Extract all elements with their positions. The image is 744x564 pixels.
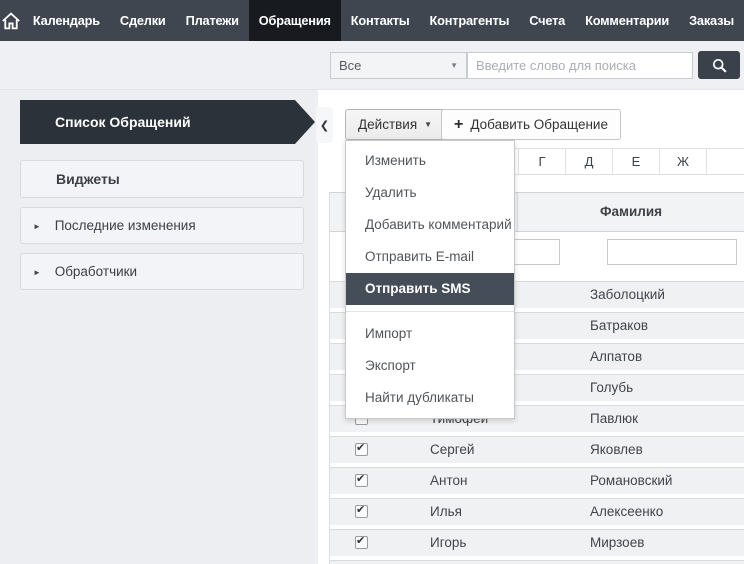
nav-item-comments[interactable]: Комментарии [575,0,679,41]
search-category-select[interactable]: Все ▼ [330,52,467,79]
sidebar-item-widgets[interactable]: Виджеты [20,160,304,198]
table-row: ✔ Сергей Яковлев [330,436,744,463]
menu-item-send-sms[interactable]: Отправить SMS [346,273,514,305]
home-icon [1,12,21,30]
cell-firstname: Антон [430,468,467,494]
chevron-down-icon: ▼ [424,120,432,129]
check-icon: ✔ [356,534,365,547]
nav-item-counterparties[interactable]: Контрагенты [420,0,520,41]
cell-firstname: Сергей [430,437,474,463]
search-icon [711,57,728,74]
cell-lastname: Алпатов [590,344,642,370]
sidebar-collapse-button[interactable]: ❮ [316,107,333,143]
check-icon: ✔ [356,441,365,454]
menu-divider [346,311,514,312]
search-button[interactable] [698,51,740,79]
sidebar-item-request-list[interactable]: Список Обращений [20,100,315,144]
menu-item-export[interactable]: Экспорт [346,350,514,382]
cell-lastname: Романовский [590,468,672,494]
home-button[interactable] [0,0,23,41]
alphabet-letter[interactable]: Ж [659,148,707,175]
alphabet-letter[interactable]: Г [518,148,566,175]
nav-item-orders[interactable]: Заказы [679,0,744,41]
cell-lastname: Алексеенко [590,499,663,525]
row-checkbox[interactable]: ✔ [355,443,368,456]
alphabet-letter[interactable]: Д [565,148,613,175]
sidebar-item-label: Список Обращений [55,114,191,130]
chevron-down-icon: ▼ [450,53,458,78]
check-icon: ✔ [356,503,365,516]
cell-lastname: Заболоцкий [590,282,665,308]
menu-item-find-duplicates[interactable]: Найти дубликаты [346,382,514,414]
cell-lastname: Батраков [590,313,648,339]
cell-lastname: Павлюк [590,406,638,432]
add-request-button[interactable]: + Добавить Обращение [441,109,621,140]
menu-item-delete[interactable]: Удалить [346,177,514,209]
nav-item-requests[interactable]: Обращения [249,0,341,41]
cell-lastname: Голубь [590,375,633,401]
menu-item-import[interactable]: Импорт [346,318,514,350]
cell-lastname: Мирзоев [590,530,644,556]
nav-item-calendar[interactable]: Календарь [23,0,110,41]
check-icon: ✔ [356,472,365,485]
cell-firstname: Илья [430,499,462,525]
menu-item-add-comment[interactable]: Добавить комментарий [346,209,514,241]
chevron-left-icon: ❮ [320,119,329,132]
table-row: ✔ Илья Алексеенко [330,498,744,525]
actions-dropdown-menu: Изменить Удалить Добавить комментарий От… [345,140,515,419]
nav-item-deals[interactable]: Сделки [110,0,176,41]
menu-item-send-email[interactable]: Отправить E-mail [346,241,514,273]
triangle-right-icon: ► [33,222,41,231]
alphabet-letter[interactable] [706,148,744,175]
triangle-right-icon: ► [33,268,41,277]
table-row-partial [330,560,744,564]
top-nav: Календарь Сделки Платежи Обращения Конта… [0,0,744,41]
cell-lastname: Яковлев [590,437,643,463]
plus-icon: + [454,116,463,134]
alphabet-letter[interactable]: Е [612,148,660,175]
search-category-value: Все [339,58,361,73]
actions-button[interactable]: Действия ▼ [345,109,445,140]
menu-item-edit[interactable]: Изменить [346,145,514,177]
cell-firstname: Игорь [430,530,466,556]
sidebar-item-label: Последние изменения [55,218,196,233]
row-checkbox[interactable]: ✔ [355,536,368,549]
column-header-lastname[interactable]: Фамилия [517,193,744,231]
sidebar-item-label: Виджеты [56,171,120,187]
sidebar-item-label: Обработчики [55,264,137,279]
row-checkbox[interactable]: ✔ [355,505,368,518]
add-request-label: Добавить Обращение [470,117,608,132]
table-row: ✔ Игорь Мирзоев [330,529,744,556]
sidebar-item-last-changes[interactable]: ► Последние изменения [20,207,304,244]
nav-item-accounts[interactable]: Счета [519,0,575,41]
sidebar-item-handlers[interactable]: ► Обработчики [20,253,304,290]
search-input[interactable] [467,52,693,79]
filter-input-lastname[interactable] [607,239,737,265]
row-checkbox[interactable]: ✔ [355,474,368,487]
table-row: ✔ Антон Романовский [330,467,744,494]
search-bar: Все ▼ [0,41,744,90]
actions-button-label: Действия [358,117,417,132]
sidebar: Список Обращений Виджеты ► Последние изм… [0,90,318,564]
nav-item-payments[interactable]: Платежи [176,0,249,41]
nav-item-contacts[interactable]: Контакты [341,0,420,41]
